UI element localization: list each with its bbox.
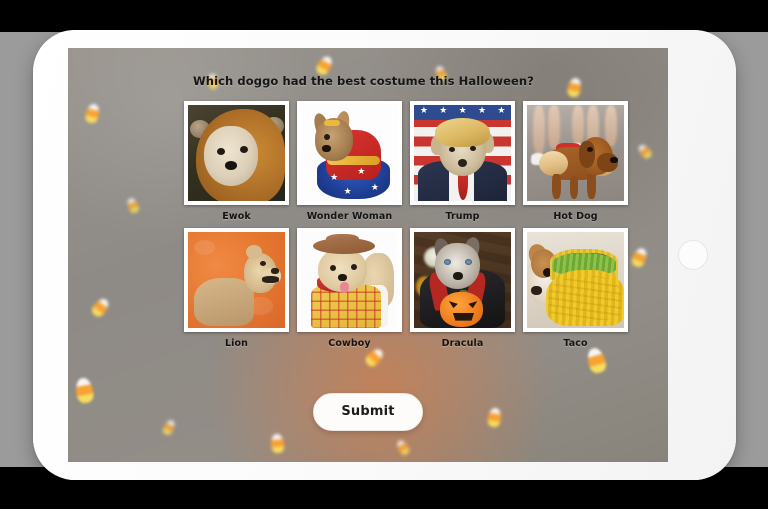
option-label: Ewok <box>222 211 251 222</box>
option-label: Wonder Woman <box>306 211 393 222</box>
cowboy-photo <box>301 232 398 328</box>
option-lion[interactable]: Lion <box>184 228 289 349</box>
option-hot-dog[interactable]: Hot Dog <box>523 101 628 222</box>
option-thumbnail[interactable] <box>297 228 402 332</box>
trump-photo: ★ ★ ★ ★ ★ <box>414 105 511 201</box>
taco-photo <box>527 232 624 328</box>
poll-question: Which doggo had the best costume this Ha… <box>193 74 534 88</box>
option-trump[interactable]: ★ ★ ★ ★ ★ Trump <box>410 101 515 222</box>
option-dracula[interactable]: Dracula <box>410 228 515 349</box>
option-label: Cowboy <box>328 338 371 349</box>
option-cowboy[interactable]: Cowboy <box>297 228 402 349</box>
ewok-photo <box>188 105 285 201</box>
letterbox-top <box>0 0 768 32</box>
option-thumbnail[interactable] <box>523 228 628 332</box>
option-thumbnail[interactable] <box>523 101 628 205</box>
option-ewok[interactable]: Ewok <box>184 101 289 222</box>
option-wonder-woman[interactable]: ★ ★ ★ ★ Wonder Woman <box>297 101 402 222</box>
submit-row: Submit <box>68 393 668 431</box>
option-label: Taco <box>563 338 588 349</box>
option-thumbnail[interactable]: ★ ★ ★ ★ ★ <box>410 101 515 205</box>
option-label: Trump <box>445 211 480 222</box>
tablet-screen: Which doggo had the best costume this Ha… <box>68 48 668 462</box>
option-label: Hot Dog <box>553 211 598 222</box>
dracula-photo <box>414 232 511 328</box>
option-thumbnail[interactable] <box>410 228 515 332</box>
submit-button[interactable]: Submit <box>313 393 423 431</box>
wonder-woman-photo: ★ ★ ★ ★ <box>301 105 398 201</box>
option-thumbnail[interactable]: ★ ★ ★ ★ <box>297 101 402 205</box>
screenshot-stage: Which doggo had the best costume this Ha… <box>0 0 768 509</box>
hot-dog-photo <box>527 105 624 201</box>
lion-photo <box>188 232 285 328</box>
option-taco[interactable]: Taco <box>523 228 628 349</box>
option-thumbnail[interactable] <box>184 228 289 332</box>
tablet-device: Which doggo had the best costume this Ha… <box>33 30 736 480</box>
costume-options-grid: Ewok ★ ★ ★ ★ Wonder Woman ★ ★ ★ ★ ★ Trum… <box>184 101 639 349</box>
option-label: Lion <box>225 338 248 349</box>
home-button[interactable] <box>678 240 708 270</box>
option-label: Dracula <box>441 338 484 349</box>
option-thumbnail[interactable] <box>184 101 289 205</box>
